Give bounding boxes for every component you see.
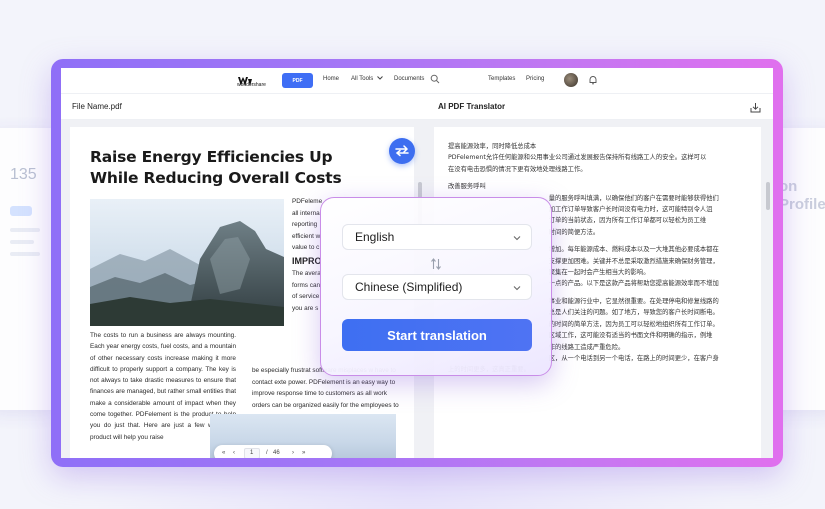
brand-name: wondershare bbox=[237, 82, 266, 88]
product-badge[interactable]: PDF bbox=[282, 73, 313, 88]
right-scrollbar[interactable] bbox=[766, 182, 770, 210]
chevron-down-icon bbox=[513, 236, 521, 241]
landscape-photo bbox=[90, 199, 284, 326]
right-pane-header: AI PDF Translator bbox=[426, 94, 773, 120]
product-badge-label: PDF bbox=[292, 77, 303, 84]
current-page: 1 bbox=[250, 450, 254, 456]
swap-arrows-icon bbox=[395, 145, 409, 157]
nav-templates[interactable]: Templates bbox=[488, 76, 515, 82]
document-title: Raise Energy Efficiencies Up While Reduc… bbox=[90, 148, 342, 187]
nav-home[interactable]: Home bbox=[323, 76, 339, 82]
background-number: 135 bbox=[10, 166, 37, 183]
download-icon[interactable] bbox=[750, 102, 761, 113]
user-avatar[interactable] bbox=[564, 73, 578, 87]
total-pages: 46 bbox=[273, 450, 280, 456]
nav-all-tools[interactable]: All Tools bbox=[351, 76, 383, 82]
start-translation-button[interactable]: Start translation bbox=[342, 319, 532, 351]
background-line bbox=[10, 228, 40, 232]
nav-documents[interactable]: Documents bbox=[394, 76, 424, 82]
swap-panels-button[interactable] bbox=[389, 138, 415, 164]
source-language-value: English bbox=[355, 230, 395, 244]
chevron-down-icon bbox=[513, 286, 521, 291]
bell-icon[interactable] bbox=[589, 75, 597, 85]
last-page-button[interactable]: » bbox=[302, 450, 305, 456]
swap-languages-icon[interactable] bbox=[429, 257, 443, 271]
background-text: Profile bbox=[779, 196, 825, 213]
background-line bbox=[10, 252, 40, 256]
translator-title: AI PDF Translator bbox=[438, 102, 506, 111]
chevron-down-icon bbox=[377, 76, 383, 80]
source-language-select[interactable]: English bbox=[342, 224, 532, 250]
prev-page-button[interactable]: ‹ bbox=[233, 450, 235, 456]
nav-all-tools-label: All Tools bbox=[351, 76, 374, 82]
translated-line: 提高能源效率，同时降低总成本 bbox=[448, 143, 537, 150]
file-name: File Name.pdf bbox=[72, 102, 122, 111]
next-page-button[interactable]: › bbox=[292, 450, 294, 456]
top-navigation: wondershare PDF Home All Tools Documents… bbox=[61, 68, 773, 94]
brand-logo[interactable]: wondershare bbox=[237, 74, 266, 88]
left-pane-header: File Name.pdf bbox=[61, 94, 426, 120]
translated-line: PDFelement允许任何能源和公用事业公司通过发展报告保持所有线路工人的安全… bbox=[448, 154, 707, 162]
translated-line: 改善服务呼叫 bbox=[448, 183, 486, 191]
translation-dialog: English Chinese (Simplified) Start trans… bbox=[320, 197, 552, 376]
page-navigation: « ‹ 1 / 46 › » bbox=[214, 445, 332, 458]
background-line bbox=[10, 240, 34, 244]
first-page-button[interactable]: « bbox=[222, 450, 225, 456]
nav-pricing[interactable]: Pricing bbox=[526, 76, 544, 82]
page-separator: / bbox=[266, 450, 268, 456]
translated-line: 在没有电击恐惧的情况下更有效地处理线路工作。 bbox=[448, 165, 587, 173]
search-icon[interactable] bbox=[430, 74, 440, 84]
target-language-value: Chinese (Simplified) bbox=[355, 280, 463, 294]
target-language-select[interactable]: Chinese (Simplified) bbox=[342, 274, 532, 300]
background-pill bbox=[10, 206, 32, 216]
